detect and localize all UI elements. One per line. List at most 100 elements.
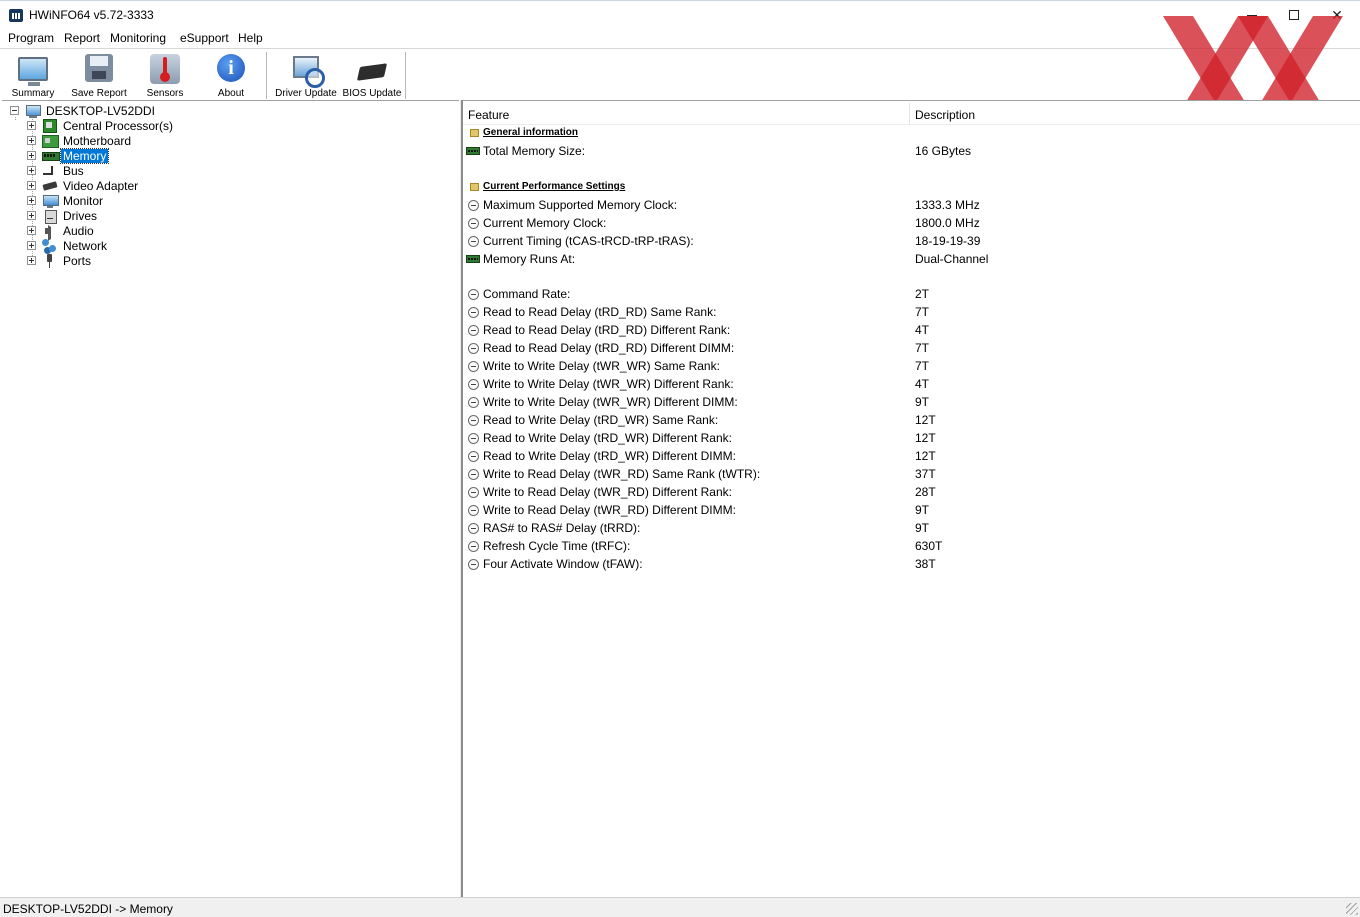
table-row[interactable]: Write to Read Delay (tWR_RD) Different R…	[463, 484, 1360, 502]
table-row[interactable]: Read to Read Delay (tRD_RD) Same Rank: 7…	[463, 304, 1360, 322]
feature-cell: Read to Write Delay (tRD_WR) Same Rank:	[483, 413, 719, 427]
feature-cell: Write to Write Delay (tWR_WR) Different …	[483, 395, 738, 409]
table-row[interactable]: Total Memory Size: 16 GBytes	[463, 143, 1360, 161]
clock-icon	[468, 397, 479, 408]
expand-toggle-icon[interactable]	[27, 136, 36, 145]
description-cell: 9T	[915, 503, 930, 517]
driver-update-button[interactable]: Driver Update	[274, 53, 338, 99]
table-row[interactable]: Command Rate: 2T	[463, 286, 1360, 304]
expand-toggle-icon[interactable]	[27, 226, 36, 235]
expand-toggle-icon[interactable]	[27, 256, 36, 265]
toolbar-separator	[266, 52, 267, 99]
bios-update-label: BIOS Update	[342, 88, 402, 99]
expand-toggle-icon[interactable]	[27, 196, 36, 205]
column-divider[interactable]	[909, 103, 910, 125]
feature-cell: Read to Read Delay (tRD_RD) Different Ra…	[483, 323, 731, 337]
table-row[interactable]: Write to Write Delay (tWR_WR) Different …	[463, 394, 1360, 412]
section-book-icon	[470, 183, 479, 191]
feature-column-header[interactable]: Feature	[468, 108, 509, 122]
collapse-toggle-icon[interactable]	[10, 106, 19, 115]
menu-monitoring[interactable]: Monitoring	[110, 31, 166, 45]
menu-esupport[interactable]: eSupport	[180, 31, 229, 45]
tree-item-label: Central Processor(s)	[63, 118, 174, 133]
clock-icon	[468, 433, 479, 444]
section-current-performance-settings[interactable]: Current Performance Settings	[463, 179, 1360, 197]
ports-icon	[42, 253, 58, 268]
feature-cell: Current Timing (tCAS-tRCD-tRP-tRAS):	[483, 234, 694, 248]
table-row[interactable]: Read to Read Delay (tRD_RD) Different Ra…	[463, 322, 1360, 340]
table-row[interactable]: Maximum Supported Memory Clock: 1333.3 M…	[463, 197, 1360, 215]
table-row[interactable]: Memory Runs At: Dual-Channel	[463, 251, 1360, 269]
memory-icon	[42, 149, 60, 163]
audio-icon	[42, 224, 58, 241]
description-cell: 2T	[915, 287, 930, 301]
table-row[interactable]: RAS# to RAS# Delay (tRRD): 9T	[463, 520, 1360, 538]
expand-toggle-icon[interactable]	[27, 166, 36, 175]
feature-cell: Write to Read Delay (tWR_RD) Same Rank (…	[483, 467, 761, 481]
table-row[interactable]: Write to Write Delay (tWR_WR) Different …	[463, 376, 1360, 394]
table-row[interactable]: Read to Write Delay (tRD_WR) Different D…	[463, 448, 1360, 466]
expand-toggle-icon[interactable]	[27, 181, 36, 190]
feature-cell: Write to Write Delay (tWR_WR) Same Rank:	[483, 359, 720, 373]
tree-item-drives[interactable]: Drives	[27, 208, 99, 224]
menu-report[interactable]: Report	[64, 31, 100, 45]
table-row[interactable]: Write to Read Delay (tWR_RD) Different D…	[463, 502, 1360, 520]
tree-item-ports[interactable]: Ports	[27, 253, 93, 268]
sensors-button[interactable]: Sensors	[142, 53, 188, 99]
menu-bar: Program Report Monitoring eSupport Help	[0, 29, 1360, 48]
tree-item-audio[interactable]: Audio	[27, 223, 96, 241]
clock-icon	[468, 559, 479, 570]
resize-grip-icon[interactable]	[1346, 903, 1358, 915]
table-row[interactable]: Current Memory Clock: 1800.0 MHz	[463, 215, 1360, 233]
description-cell: 7T	[915, 305, 930, 319]
feature-cell: Current Memory Clock:	[483, 216, 607, 230]
description-column-header[interactable]: Description	[915, 108, 975, 122]
menu-help[interactable]: Help	[238, 31, 263, 45]
feature-cell: Write to Read Delay (tWR_RD) Different R…	[483, 485, 732, 499]
tree-item-motherboard[interactable]: Motherboard	[27, 133, 133, 148]
hwinfo-app-icon	[9, 9, 23, 22]
table-row[interactable]: Read to Read Delay (tRD_RD) Different DI…	[463, 340, 1360, 358]
description-cell: 7T	[915, 359, 930, 373]
table-row[interactable]: Read to Write Delay (tRD_WR) Same Rank: …	[463, 412, 1360, 430]
tree-root-label: DESKTOP-LV52DDI	[46, 103, 155, 118]
tree-item-network[interactable]: Network	[27, 238, 109, 253]
tree-root-node[interactable]: DESKTOP-LV52DDI	[10, 103, 157, 118]
table-row[interactable]: Refresh Cycle Time (tRFC): 630T	[463, 538, 1360, 556]
clock-icon	[468, 361, 479, 372]
summary-label: Summary	[11, 88, 55, 99]
bios-update-button[interactable]: BIOS Update	[342, 53, 402, 99]
table-row[interactable]: Write to Read Delay (tWR_RD) Same Rank (…	[463, 466, 1360, 484]
about-button[interactable]: i About	[208, 53, 254, 99]
clock-icon	[468, 289, 479, 300]
tree-item-memory[interactable]: Memory	[27, 147, 110, 164]
feature-cell: Command Rate:	[483, 287, 571, 301]
description-cell: 4T	[915, 323, 930, 337]
table-row[interactable]: Write to Write Delay (tWR_WR) Same Rank:…	[463, 358, 1360, 376]
tree-item-video-adapter[interactable]: Video Adapter	[27, 178, 140, 193]
expand-toggle-icon[interactable]	[27, 241, 36, 250]
description-cell: 18-19-19-39	[915, 234, 981, 248]
table-row[interactable]: Four Activate Window (tFAW): 38T	[463, 556, 1360, 574]
description-cell: 9T	[915, 521, 930, 535]
feature-cell: Total Memory Size:	[483, 144, 586, 158]
description-cell: 630T	[915, 539, 943, 553]
table-row[interactable]: Current Timing (tCAS-tRCD-tRP-tRAS): 18-…	[463, 233, 1360, 251]
clock-icon	[468, 325, 479, 336]
tree-item-central-processors[interactable]: Central Processor(s)	[27, 118, 175, 133]
expand-toggle-icon[interactable]	[27, 151, 36, 160]
expand-toggle-icon[interactable]	[27, 121, 36, 130]
save-report-button[interactable]: Save Report	[70, 53, 128, 99]
clock-icon	[468, 541, 479, 552]
section-general-information[interactable]: General information	[463, 125, 1360, 143]
clock-icon	[468, 307, 479, 318]
feature-cell: Refresh Cycle Time (tRFC):	[483, 539, 631, 553]
feature-cell: Read to Read Delay (tRD_RD) Different DI…	[483, 341, 735, 355]
motherboard-icon	[42, 134, 59, 148]
tree-item-bus[interactable]: Bus	[27, 163, 86, 178]
tree-item-monitor[interactable]: Monitor	[27, 193, 105, 208]
summary-button[interactable]: Summary	[10, 53, 56, 99]
expand-toggle-icon[interactable]	[27, 211, 36, 220]
menu-program[interactable]: Program	[8, 31, 54, 45]
table-row[interactable]: Read to Write Delay (tRD_WR) Different R…	[463, 430, 1360, 448]
